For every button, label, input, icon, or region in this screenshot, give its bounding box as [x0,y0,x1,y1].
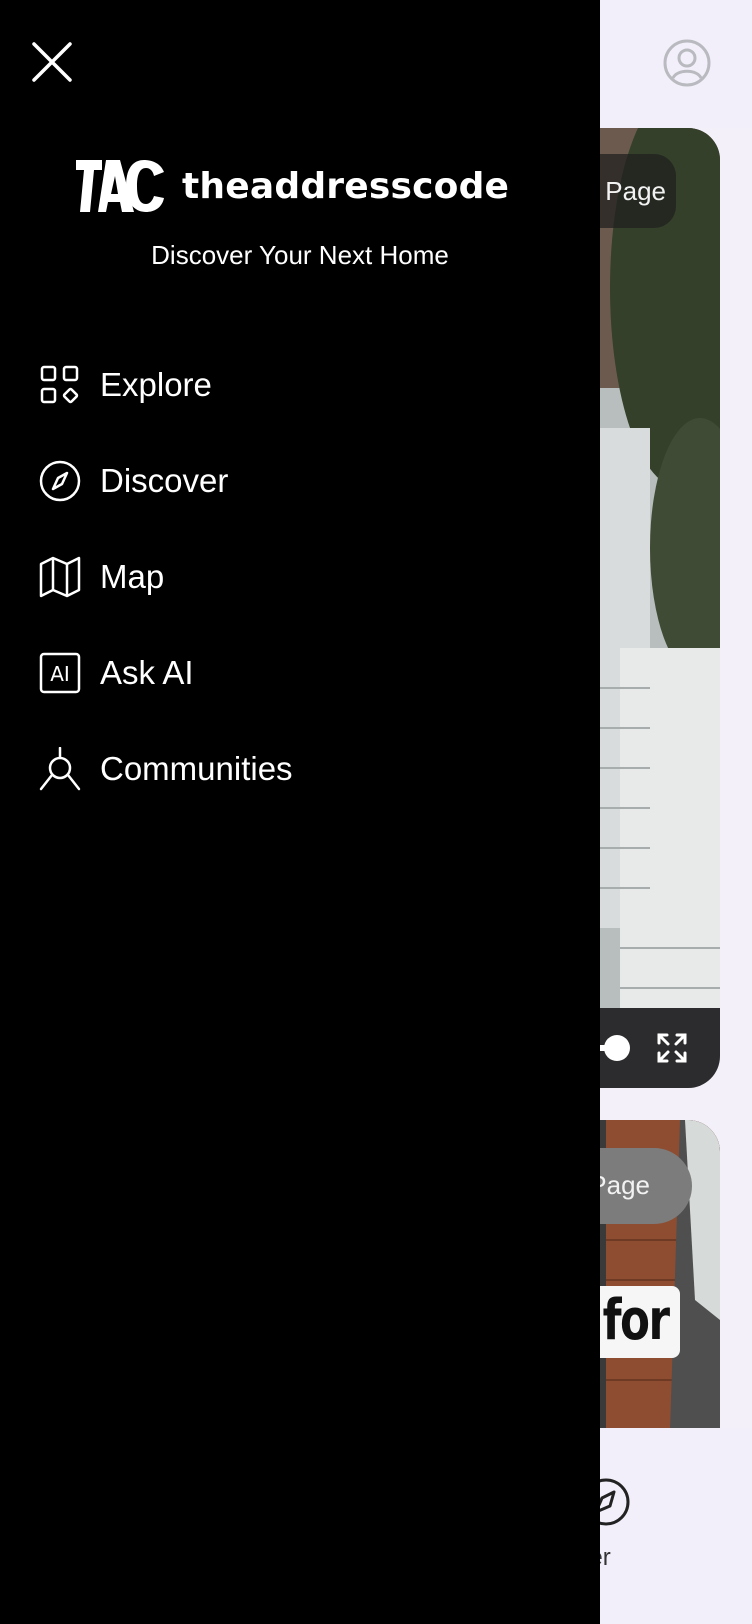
navigation-drawer: theaddresscode Discover Your Next Home E… [0,0,600,1624]
nav-item-explore[interactable]: Explore [0,337,600,433]
compass-icon [39,460,81,502]
view-page-label: Page [605,176,666,206]
close-icon[interactable] [30,40,74,84]
communities-icon [39,747,81,791]
svg-text:AI: AI [50,662,70,686]
brand-name: theaddresscode [182,165,510,207]
nav-item-label: Map [100,558,165,595]
tagline: Discover Your Next Home [151,240,449,270]
nav-item-label: Communities [100,750,293,787]
nav-item-label: Discover [100,462,229,499]
drawer-nav: Explore Discover Map AI Ask AI Communiti… [0,337,600,817]
grid-icon [40,365,79,404]
brand-logo[interactable]: theaddresscode [76,158,509,214]
nav-item-label: Ask AI [100,654,194,691]
tac-logo-icon [76,160,164,212]
nav-item-map[interactable]: Map [0,529,600,625]
map-icon [39,556,81,598]
profile-avatar-icon[interactable] [662,38,712,88]
ai-icon: AI [39,652,81,694]
nav-item-ask-ai[interactable]: AI Ask AI [0,625,600,721]
progress-knob[interactable] [604,1035,630,1061]
sign-text: for [602,1288,669,1353]
fullscreen-icon[interactable] [656,1032,688,1064]
nav-item-communities[interactable]: Communities [0,721,600,817]
nav-item-label: Explore [100,366,212,403]
nav-item-discover[interactable]: Discover [0,433,600,529]
